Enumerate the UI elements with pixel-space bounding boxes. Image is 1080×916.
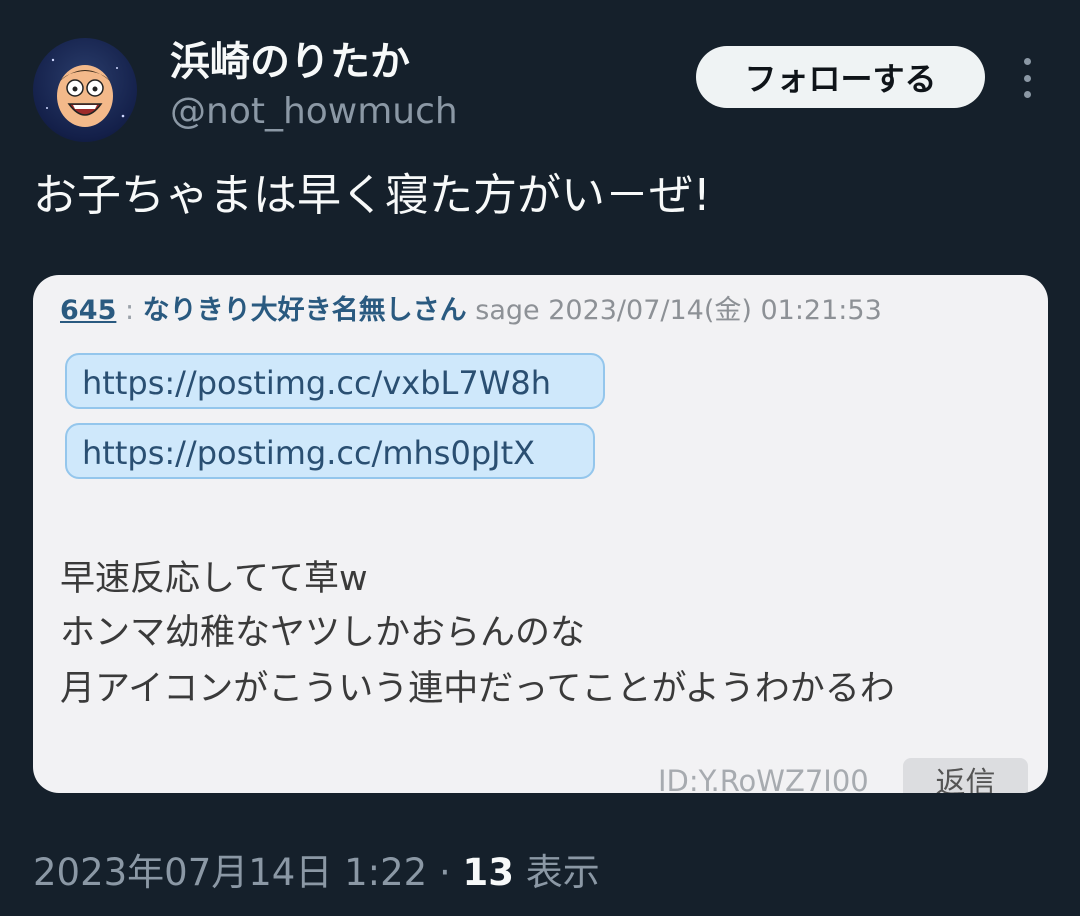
views-label: 表示 [525,851,600,894]
tweet-text: お子ちゃまは早く寝た方がい－ぜ! [33,170,711,221]
more-vertical-icon[interactable] [1010,58,1044,98]
footer-dot: · [438,851,451,894]
post-header: 645 : なりきり大好き名無しさん sage 2023/07/14(金) 01… [60,293,882,329]
author-display-name[interactable]: 浜崎のりたか [170,36,410,88]
avatar[interactable] [33,38,137,142]
follow-button[interactable]: フォローする [696,46,985,108]
post-body-line-1: 早速反応してて草w [60,559,368,599]
post-id: ID:Y.RoWZ7I00 [658,764,869,793]
author-handle[interactable]: @not_howmuch [170,88,458,136]
post-link-1: https://postimg.cc/vxbL7W8h [65,353,605,409]
attached-image-card[interactable]: 645 : なりきり大好き名無しさん sage 2023/07/14(金) 01… [33,275,1048,793]
post-body-line-2: ホンマ幼稚なヤツしかおらんのな [60,613,586,653]
tweet-footer: 2023年07月14日 1:22 · 13 表示 [33,848,600,898]
view-count: 13 [462,851,514,894]
post-meta: sage 2023/07/14(金) 01:21:53 [475,295,882,326]
post-number: 645 [60,295,117,326]
reply-button: 返信 [903,758,1028,793]
tweet-timestamp[interactable]: 2023年07月14日 1:22 [33,851,427,894]
post-link-2: https://postimg.cc/mhs0pJtX [65,423,595,479]
cartoon-face-avatar-icon [46,58,125,127]
post-body-line-3: 月アイコンがこういう連中だってことがようわかるわ [60,669,895,709]
poster-name: なりきり大好き名無しさん [142,295,467,326]
post-header-separator: : [124,295,135,326]
